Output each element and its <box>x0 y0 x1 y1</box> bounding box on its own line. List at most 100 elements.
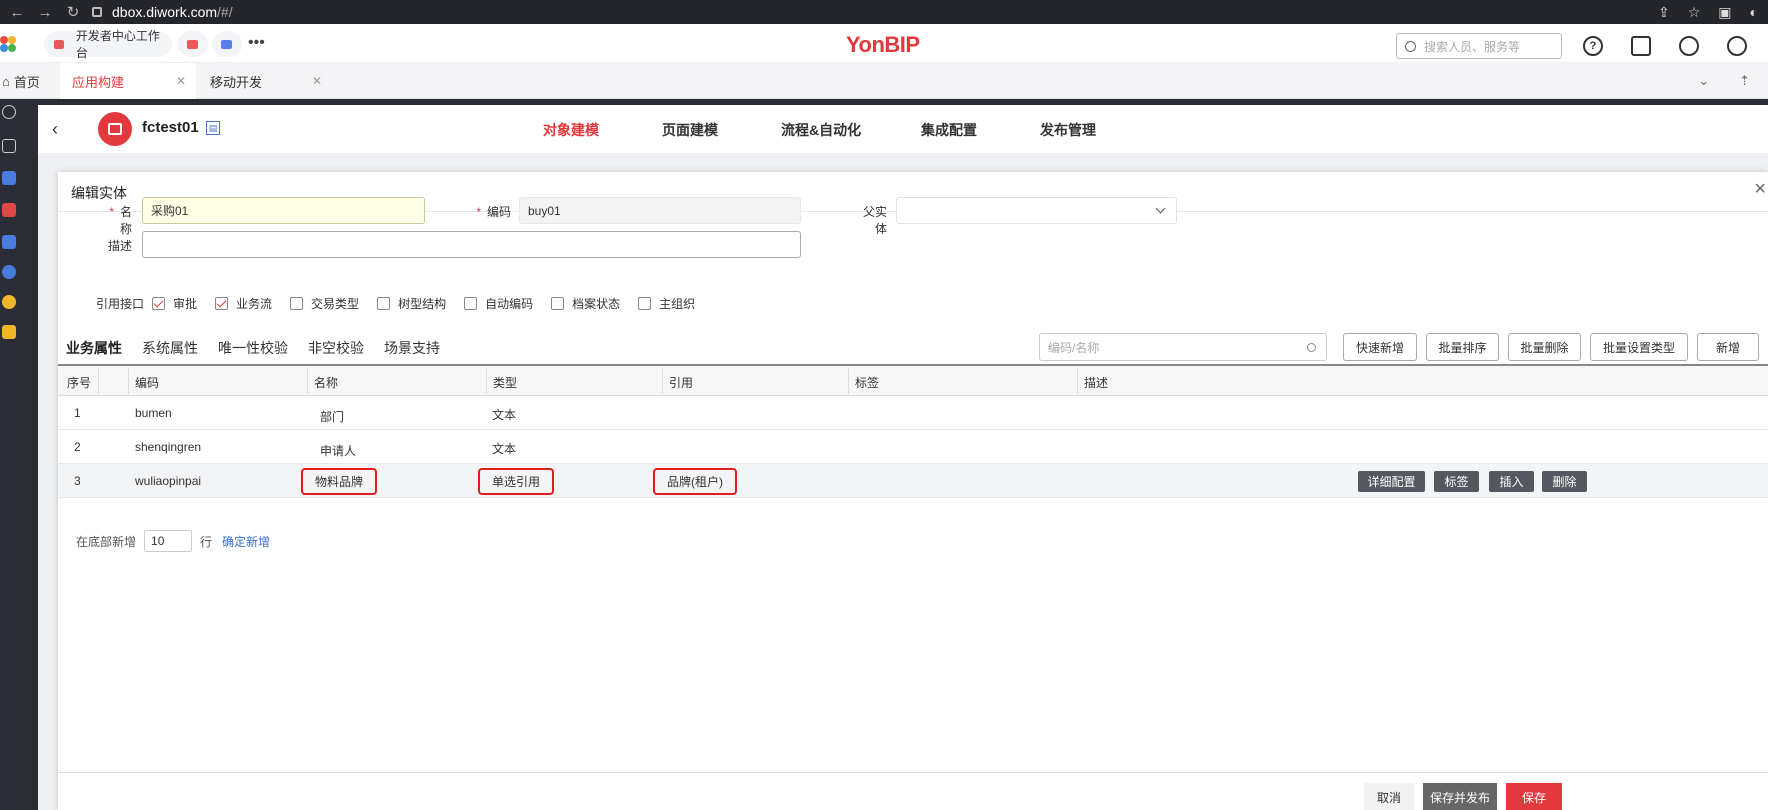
profile-icon[interactable]: ◐ <box>1750 4 1758 20</box>
row-name: 物料品牌 <box>301 468 378 495</box>
nav-publish[interactable]: 发布管理 <box>1040 120 1096 140</box>
name-label: * 名称 <box>109 205 132 236</box>
tab-business-attributes[interactable]: 业务属性 <box>66 338 122 366</box>
checkbox-main-org[interactable]: 主组织 <box>638 295 695 312</box>
row-index: 2 <box>74 440 81 454</box>
message-icon[interactable] <box>1631 36 1651 56</box>
name-field[interactable]: 采购01 <box>142 197 425 224</box>
header-tab-label: 开发者中心工作台 <box>75 29 160 60</box>
row-code: bumen <box>135 406 172 420</box>
tab-app-build[interactable]: 应用构建 ✕ <box>60 63 196 99</box>
quick-add-button[interactable]: 快速新增 <box>1343 333 1417 361</box>
tab-mobile-dev[interactable]: 移动开发 ✕ <box>196 63 332 99</box>
back-arrow-icon[interactable]: ← <box>6 4 28 21</box>
bookmark-star-icon[interactable]: ☆ <box>1688 4 1701 21</box>
help-icon[interactable]: ? <box>1583 36 1603 56</box>
grid-icon[interactable] <box>2 203 16 217</box>
chevron-down-icon[interactable]: ⌄ <box>1698 73 1709 89</box>
checkbox-transaction-type[interactable]: 交易类型 <box>290 295 359 312</box>
checkbox-approval[interactable]: 审批 <box>152 295 197 312</box>
confirm-add-link[interactable]: 确定新增 <box>222 533 270 550</box>
address-bar[interactable]: dbox.diwork.com /#/ <box>92 1 1692 23</box>
user-icon[interactable] <box>2 265 16 279</box>
share-icon[interactable]: ⇪ <box>1658 4 1670 21</box>
table-row[interactable]: 3 wuliaopinpai 物料品牌 单选引用 品牌(租户) 详细配置 标签 … <box>58 464 1768 498</box>
tab-scenario-support[interactable]: 场景支持 <box>384 338 440 366</box>
close-icon[interactable]: ✕ <box>312 74 322 88</box>
browser-toolbar: ← → ↻ dbox.diwork.com /#/ ⇪ ☆ ▣ ◐ <box>0 0 1768 24</box>
tab-home-label: 首页 <box>13 74 40 90</box>
col-reference: 引用 <box>669 376 694 390</box>
forward-arrow-icon[interactable]: → <box>34 4 56 21</box>
reload-icon[interactable]: ↻ <box>62 3 84 21</box>
batch-set-type-button[interactable]: 批量设置类型 <box>1590 333 1688 361</box>
app-menu-logo-icon[interactable] <box>0 36 22 52</box>
more-dots-icon[interactable]: ••• <box>248 34 265 52</box>
headset-icon[interactable] <box>1679 36 1699 56</box>
col-index: 序号 <box>67 376 92 390</box>
brand-logo: YonBIP <box>846 32 920 57</box>
tab-not-null-check[interactable]: 非空校验 <box>308 338 364 366</box>
attribute-tabs: 业务属性 系统属性 唯一性校验 非空校验 场景支持 <box>66 338 460 366</box>
detail-config-button[interactable]: 详细配置 <box>1358 471 1425 492</box>
name-value: 采购01 <box>151 204 189 218</box>
global-search-input[interactable]: 搜索人员、服务等 <box>1396 33 1562 59</box>
add-rows-count-input[interactable]: 10 <box>144 530 193 552</box>
parent-entity-select[interactable] <box>896 197 1177 224</box>
group-icon[interactable] <box>2 295 16 309</box>
col-name: 名称 <box>314 376 339 390</box>
table-row[interactable]: 2 shenqingren 申请人 文本 <box>58 430 1768 464</box>
dialog-footer: 取消 保存并发布 保存 <box>58 772 1768 810</box>
back-chevron-icon[interactable]: ‹ <box>52 119 58 140</box>
attribute-search-input[interactable]: 编码/名称 <box>1039 333 1327 361</box>
row-reference: 品牌(租户) <box>653 468 737 495</box>
tab-mobile-label: 移动开发 <box>210 74 263 90</box>
nav-integration[interactable]: 集成配置 <box>921 120 977 140</box>
nav-object-modeling[interactable]: 对象建模 <box>543 120 599 140</box>
project-info-icon[interactable]: ▤ <box>206 121 220 135</box>
row-type: 单选引用 <box>478 468 555 495</box>
mail-icon <box>187 39 198 49</box>
save-button[interactable]: 保存 <box>1506 783 1562 810</box>
row-name: 申请人 <box>320 444 357 458</box>
tab-home[interactable]: ⌂ 首页 <box>0 63 60 99</box>
box-icon[interactable] <box>2 139 16 153</box>
save-and-publish-button[interactable]: 保存并发布 <box>1423 783 1497 810</box>
table-row[interactable]: 1 bumen 部门 文本 <box>58 396 1768 430</box>
url-path: /#/ <box>217 4 233 20</box>
home-icon: ⌂ <box>2 73 10 89</box>
checkbox-auto-code[interactable]: 自动编码 <box>464 295 533 312</box>
add-rows-unit: 行 <box>200 534 213 549</box>
batch-delete-button[interactable]: 批量删除 <box>1508 333 1581 361</box>
delete-button[interactable]: 删除 <box>1542 471 1587 492</box>
tag-button[interactable]: 标签 <box>1434 471 1479 492</box>
close-icon[interactable]: ✕ <box>176 74 186 88</box>
checkbox-tree-structure[interactable]: 树型结构 <box>377 295 446 312</box>
project-icon <box>108 123 122 135</box>
checkbox-business-flow[interactable]: 业务流 <box>215 295 272 312</box>
header-tab-workbench[interactable]: 开发者中心工作台 <box>44 29 172 60</box>
header-tab-doc[interactable] <box>212 31 242 57</box>
search-icon[interactable] <box>2 105 16 119</box>
add-button[interactable]: 新增 <box>1697 333 1759 361</box>
flow-icon[interactable] <box>2 171 16 185</box>
dialog-title: 编辑实体 <box>71 185 127 201</box>
form-icon[interactable] <box>2 235 16 249</box>
close-icon[interactable]: × <box>1754 178 1766 201</box>
settings-icon[interactable] <box>1727 36 1747 56</box>
header-tab-mail[interactable] <box>178 31 208 57</box>
checkbox-archive-status[interactable]: 档案状态 <box>551 295 620 312</box>
coin-icon[interactable] <box>2 325 16 339</box>
tab-uniqueness-check[interactable]: 唯一性校验 <box>218 338 288 366</box>
cancel-button[interactable]: 取消 <box>1364 783 1414 810</box>
insert-button[interactable]: 插入 <box>1489 471 1534 492</box>
tab-system-attributes[interactable]: 系统属性 <box>142 338 198 366</box>
col-description: 描述 <box>1084 376 1109 390</box>
description-field[interactable] <box>142 231 801 258</box>
upload-icon[interactable]: ⇡ <box>1739 73 1750 89</box>
sidebar-toggle-icon[interactable]: ▣ <box>1718 4 1731 21</box>
nav-page-modeling[interactable]: 页面建模 <box>662 120 718 140</box>
nav-flow-automation[interactable]: 流程&自动化 <box>781 120 861 140</box>
batch-sort-button[interactable]: 批量排序 <box>1426 333 1499 361</box>
col-code: 编码 <box>135 376 160 390</box>
